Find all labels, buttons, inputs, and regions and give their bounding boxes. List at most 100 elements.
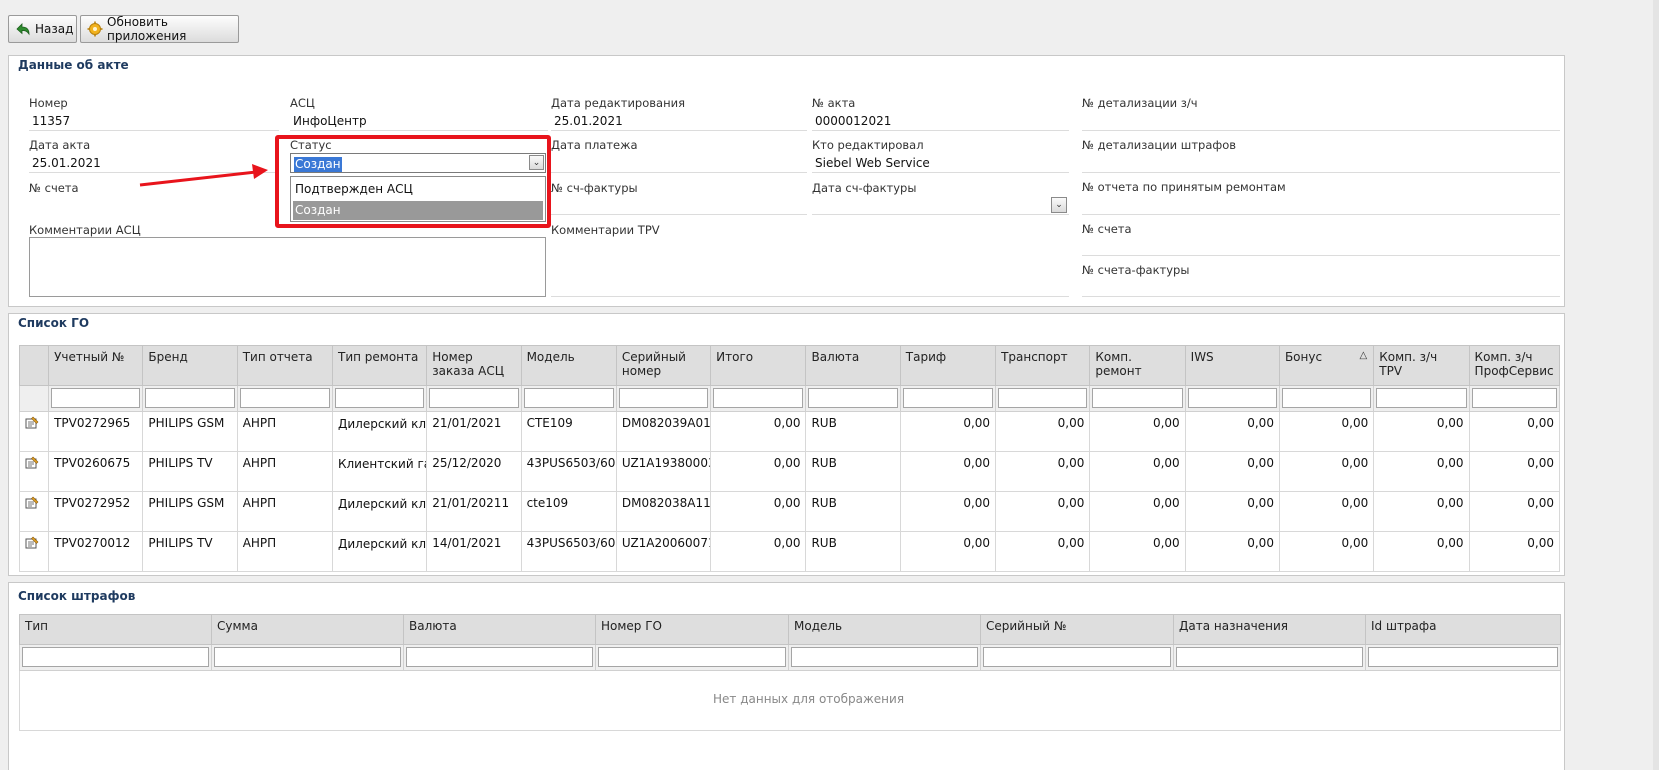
row-icon-cell[interactable] bbox=[18, 531, 50, 572]
column-header[interactable]: Валюта bbox=[805, 345, 901, 386]
edit-document-icon[interactable] bbox=[25, 536, 39, 549]
edit-date-label: Дата редактирования bbox=[551, 96, 685, 110]
filter-row bbox=[19, 644, 1561, 671]
column-header[interactable]: Дата назначения bbox=[1173, 614, 1366, 645]
table-cell: 43PUS6503/60 bbox=[520, 531, 617, 572]
repairs-report-label: № отчета по принятым ремонтам bbox=[1082, 180, 1286, 194]
refresh-apps-button[interactable]: Обновить приложения bbox=[80, 15, 239, 43]
column-header[interactable]: Комп. з/ч TPV bbox=[1373, 345, 1470, 386]
status-dropdown-list: Подтвержден АСЦ Создан bbox=[290, 176, 546, 222]
back-arrow-icon bbox=[15, 21, 31, 37]
table-row[interactable]: TPV0272965PHILIPS GSMАНРПДилерский клиен… bbox=[18, 411, 1561, 452]
table-row[interactable]: TPV0260675PHILIPS TVАНРПКлиентский гаран… bbox=[18, 451, 1561, 492]
filter-input[interactable] bbox=[145, 388, 235, 408]
table-cell: 0,00 bbox=[1468, 531, 1561, 572]
column-header[interactable]: Тип bbox=[19, 614, 212, 645]
column-header[interactable]: Тип ремонта bbox=[331, 345, 428, 386]
column-header[interactable]: Серийный № bbox=[980, 614, 1174, 645]
row-icon-cell[interactable] bbox=[18, 451, 50, 492]
table-cell: TPV0260675 bbox=[48, 451, 144, 492]
filter-input[interactable] bbox=[1471, 388, 1557, 408]
filter-input[interactable] bbox=[998, 388, 1088, 408]
filter-input[interactable] bbox=[1187, 388, 1277, 408]
column-header[interactable]: Транспорт bbox=[995, 345, 1091, 386]
icon-column-header bbox=[18, 345, 50, 386]
table-cell: 14/01/2021 bbox=[426, 531, 522, 572]
filter-input[interactable] bbox=[429, 388, 519, 408]
status-option-selected[interactable]: Создан bbox=[293, 201, 543, 220]
column-header[interactable]: Сумма bbox=[211, 614, 404, 645]
edit-document-icon[interactable] bbox=[25, 496, 39, 509]
filter-input[interactable] bbox=[1368, 647, 1558, 667]
table-cell: RUB bbox=[805, 491, 901, 532]
column-header[interactable]: Номер ГО bbox=[595, 614, 789, 645]
filter-input[interactable] bbox=[523, 388, 614, 408]
filter-cell bbox=[980, 644, 1174, 671]
column-header[interactable]: Валюта bbox=[403, 614, 596, 645]
column-header[interactable]: Модель bbox=[520, 345, 617, 386]
column-header[interactable]: Серийный номер bbox=[615, 345, 712, 386]
table-cell: 0,00 bbox=[1089, 451, 1186, 492]
filter-input[interactable] bbox=[406, 647, 593, 667]
row-icon-cell[interactable] bbox=[18, 411, 50, 452]
act-no-underline bbox=[812, 130, 1069, 131]
table-cell: 0,00 bbox=[1278, 531, 1375, 572]
row-icon-cell[interactable] bbox=[18, 491, 50, 532]
filter-input[interactable] bbox=[51, 388, 141, 408]
filter-input[interactable] bbox=[22, 647, 209, 667]
back-button[interactable]: Назад bbox=[8, 15, 77, 43]
table-cell: PHILIPS GSM bbox=[142, 491, 238, 532]
column-header[interactable]: Id штрафа bbox=[1365, 614, 1561, 645]
filter-input[interactable] bbox=[618, 388, 709, 408]
filter-input[interactable] bbox=[791, 647, 978, 667]
column-header[interactable]: Учетный № bbox=[48, 345, 144, 386]
chevron-down-icon[interactable]: ⌄ bbox=[529, 155, 544, 170]
edit-document-icon[interactable] bbox=[25, 416, 39, 429]
filter-input[interactable] bbox=[1092, 388, 1183, 408]
column-header[interactable]: Комп. з/ч ПрофСервис bbox=[1468, 345, 1561, 386]
filter-input[interactable] bbox=[334, 388, 425, 408]
filter-input[interactable] bbox=[1281, 388, 1372, 408]
column-header[interactable]: IWS bbox=[1184, 345, 1280, 386]
column-header[interactable]: Модель bbox=[788, 614, 981, 645]
table-cell: Дилерский клиентский bbox=[331, 411, 428, 452]
header-row: Тип Сумма Валюта Номер ГО Модель Серийны… bbox=[19, 614, 1561, 645]
filter-input[interactable] bbox=[214, 647, 401, 667]
column-header[interactable]: Тариф bbox=[899, 345, 997, 386]
filter-input[interactable] bbox=[713, 388, 804, 408]
column-header[interactable]: Комп. ремонт bbox=[1089, 345, 1186, 386]
edit-document-icon[interactable] bbox=[25, 456, 39, 469]
table-cell: АНРП bbox=[236, 411, 333, 452]
column-header[interactable]: Бренд bbox=[142, 345, 238, 386]
filter-input[interactable] bbox=[983, 647, 1171, 667]
table-row[interactable]: TPV0270012PHILIPS TVАНРПДилерский клиент… bbox=[18, 531, 1561, 572]
status-option[interactable]: Подтвержден АСЦ bbox=[293, 180, 543, 199]
filter-input[interactable] bbox=[1376, 388, 1467, 408]
filter-input[interactable] bbox=[808, 388, 898, 408]
table-cell: 0,00 bbox=[1089, 411, 1186, 452]
page-scrollbar[interactable] bbox=[1653, 0, 1659, 770]
column-header[interactable]: Номер заказа АСЦ bbox=[426, 345, 522, 386]
fines-detail-label: № детализации штрафов bbox=[1082, 138, 1237, 152]
status-combobox[interactable]: Создан ⌄ bbox=[290, 153, 546, 173]
table-cell: 0,00 bbox=[1278, 411, 1375, 452]
table-cell: Дилерский клиентский bbox=[331, 531, 428, 572]
calendar-dropdown-icon[interactable]: ⌄ bbox=[1051, 197, 1067, 213]
table-cell: Клиентский гарантийный bbox=[331, 451, 428, 492]
asc-comments-textarea[interactable] bbox=[29, 237, 546, 297]
filter-cell bbox=[595, 644, 789, 671]
table-row[interactable]: TPV0272952PHILIPS GSMАНРПДилерский клиен… bbox=[18, 491, 1561, 532]
filter-input[interactable] bbox=[598, 647, 786, 667]
filter-cell bbox=[1089, 385, 1186, 412]
column-header[interactable]: Тип отчета bbox=[236, 345, 333, 386]
filter-input[interactable] bbox=[1176, 647, 1363, 667]
column-header[interactable]: Итого bbox=[710, 345, 807, 386]
bonus-column-header[interactable]: Бонус △ bbox=[1278, 345, 1375, 386]
filter-cell bbox=[403, 644, 596, 671]
table-cell: 0,00 bbox=[899, 491, 997, 532]
status-selected-value: Создан bbox=[294, 157, 342, 172]
number-value: 11357 bbox=[32, 114, 71, 128]
filter-input[interactable] bbox=[239, 388, 330, 408]
filter-input[interactable] bbox=[902, 388, 994, 408]
go-list-panel: Список ГО Учетный № Бренд Тип отчета Тип… bbox=[8, 313, 1565, 576]
